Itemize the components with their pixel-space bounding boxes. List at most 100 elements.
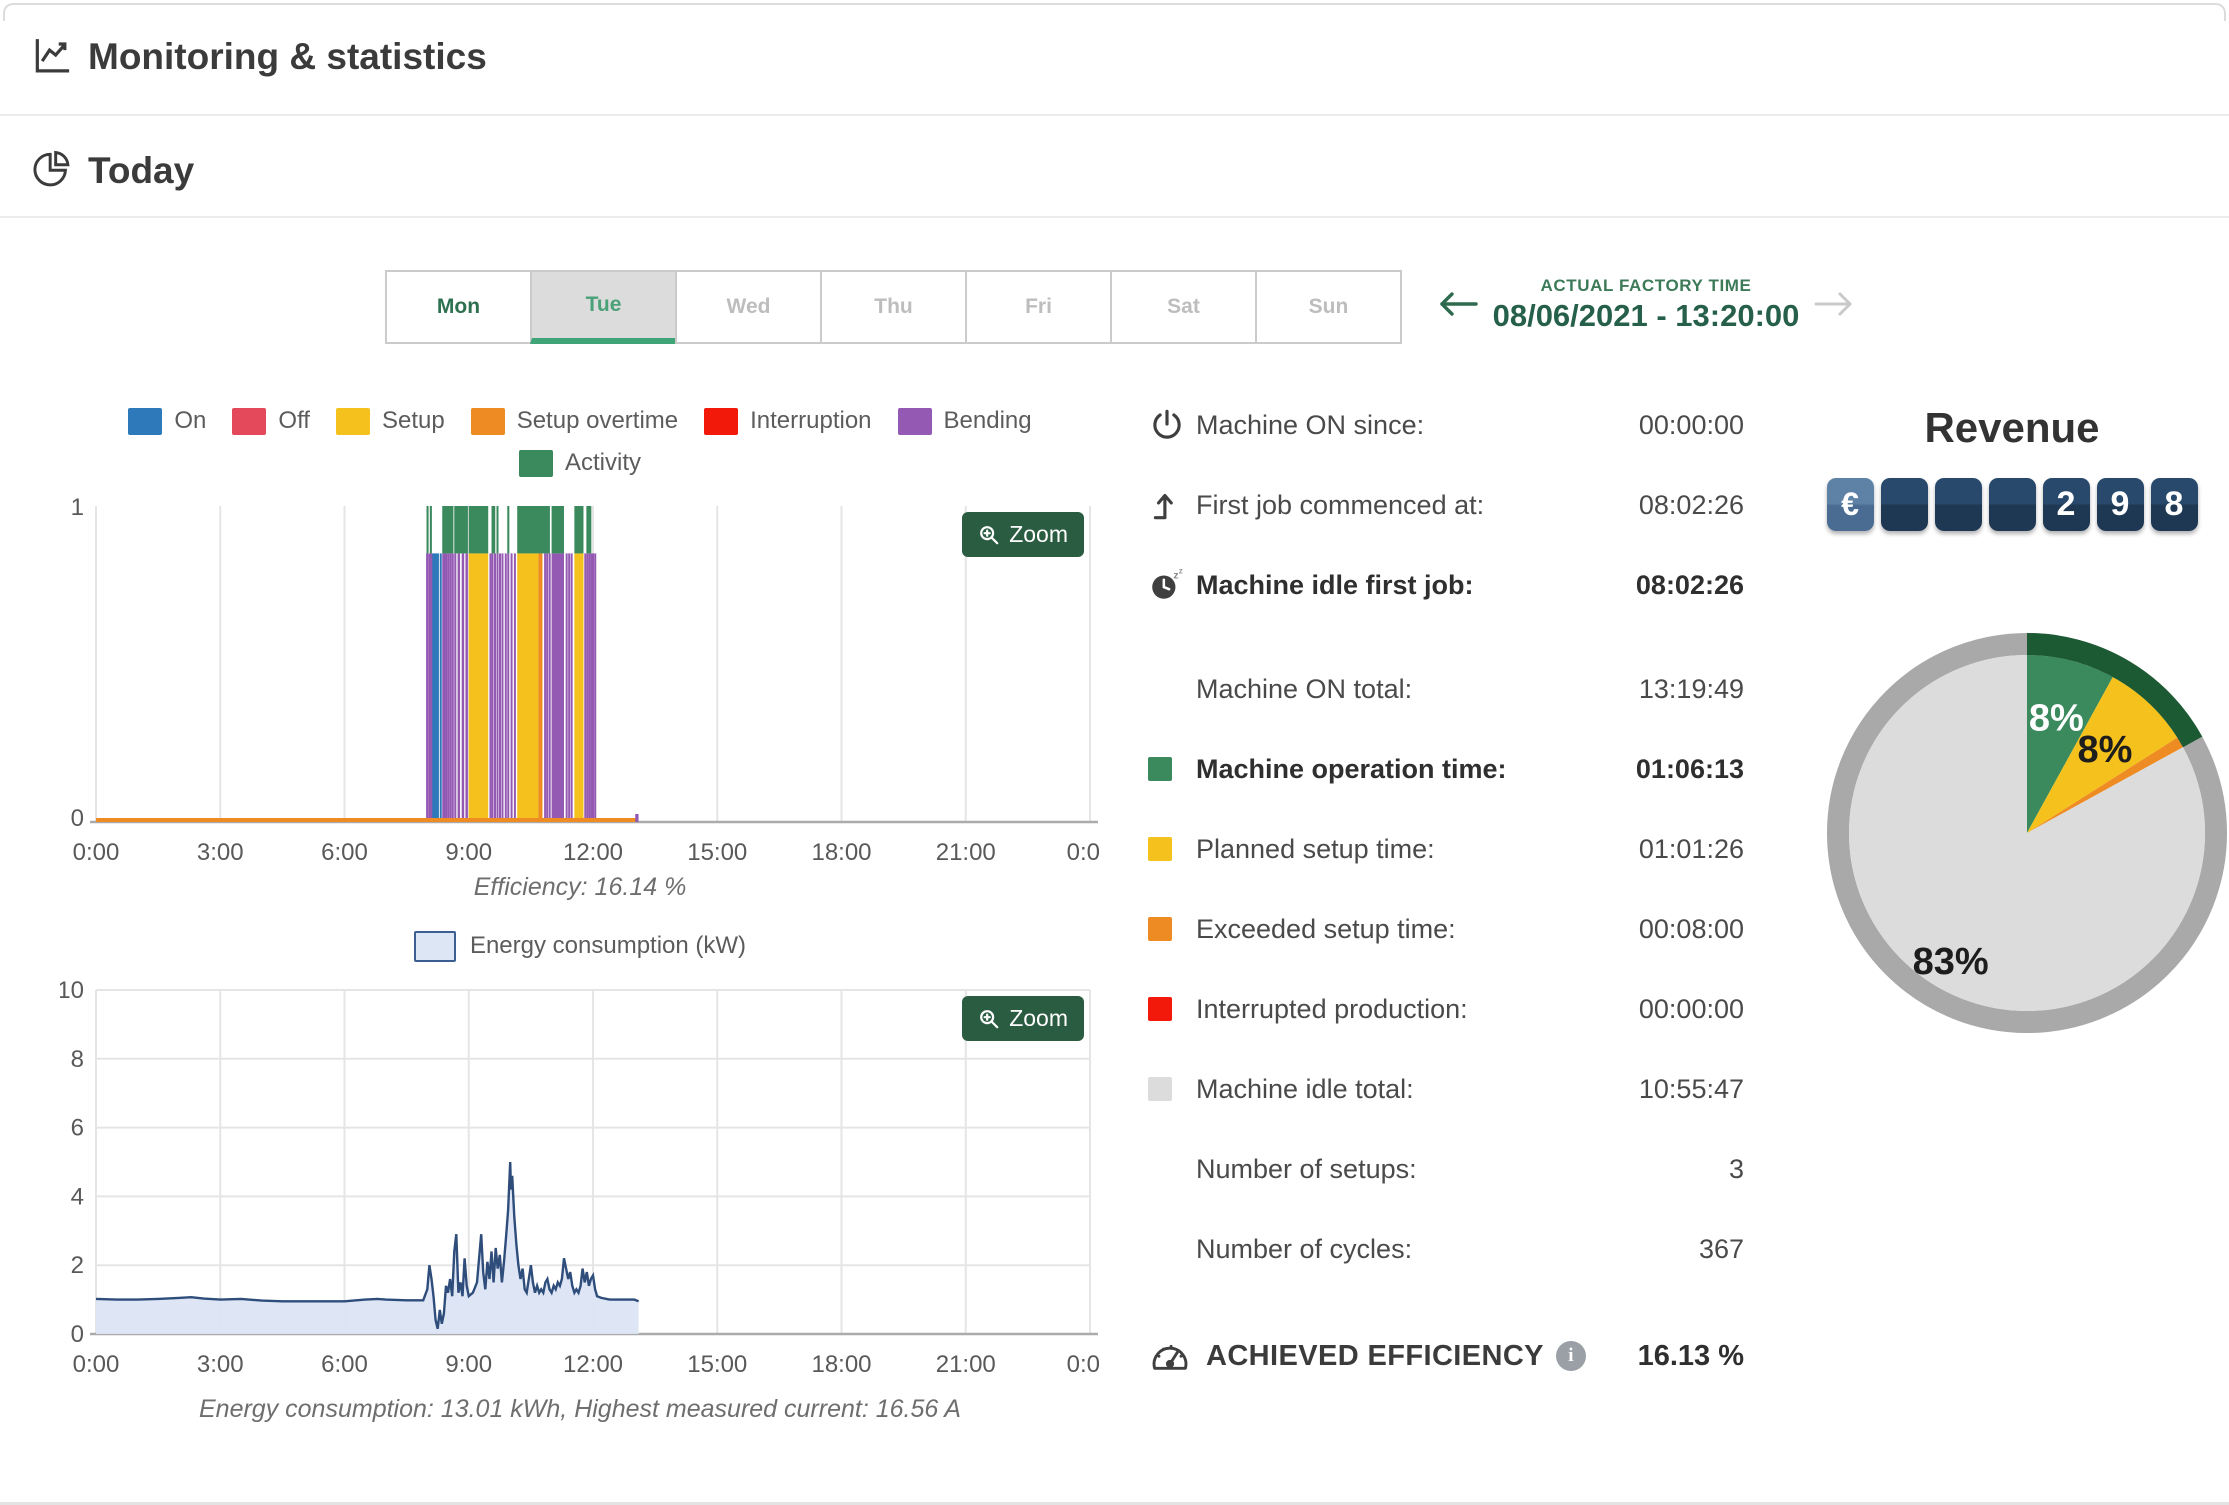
svg-text:8%: 8% <box>2078 729 2133 771</box>
swatch-activity <box>1148 757 1196 781</box>
svg-text:6: 6 <box>71 1115 84 1142</box>
legend-label: Bending <box>943 407 1032 434</box>
stat-row: z z Machine idle first job: 08:02:26 <box>1148 558 1744 612</box>
zoom-button-label: Zoom <box>1009 1005 1068 1031</box>
svg-text:0:00: 0:00 <box>1067 839 1100 866</box>
monitoring-dashboard: { "header": { "title": "Monitoring & sta… <box>0 0 2229 1505</box>
svg-text:0: 0 <box>71 1321 84 1348</box>
timeline-zoom-button[interactable]: Zoom <box>962 512 1084 557</box>
day-tab-sat[interactable]: Sat <box>1110 270 1257 344</box>
stat-row: Number of setups: 3 <box>1148 1142 1744 1196</box>
power-icon <box>1148 406 1196 444</box>
legend-swatch-bending <box>897 407 932 435</box>
legend-item-bending: Bending <box>897 407 1032 435</box>
day-tab-sun[interactable]: Sun <box>1255 270 1402 344</box>
svg-text:6:00: 6:00 <box>321 1351 368 1378</box>
stat-value: 3 <box>1728 1153 1744 1184</box>
stat-row: Machine ON since: 00:00:00 <box>1148 398 1744 452</box>
stat-value: 08:02:26 <box>1635 569 1744 600</box>
achieved-efficiency-row: ACHIEVED EFFICIENCY i 16.13 % <box>1148 1326 1744 1386</box>
timeline-legend-row1: On Off Setup Setup overtime Interruption Bend… <box>60 400 1100 442</box>
stat-value: 10:55:47 <box>1638 1073 1744 1104</box>
svg-text:0: 0 <box>71 805 84 832</box>
charts-column: On Off Setup Setup overtime Interruption Bend… <box>57 400 1114 1424</box>
legend-swatch-setup <box>335 407 370 435</box>
stat-row: Machine idle total: 10:55:47 <box>1148 1062 1744 1116</box>
revenue-digit-tile <box>1988 478 2036 531</box>
factory-time: ACTUAL FACTORY TIME 08/06/2021 - 13:20:0… <box>1480 276 1812 334</box>
pie-chart: 8% 8% 83% <box>1822 627 2227 1044</box>
first-job-icon <box>1148 486 1196 524</box>
stat-row: First job commenced at: 08:02:26 <box>1148 478 1744 532</box>
stat-label: Number of cycles: <box>1196 1233 1413 1264</box>
legend-label: Interruption <box>750 407 872 434</box>
legend-item-interruption: Interruption <box>704 407 872 435</box>
day-tab-mon[interactable]: Mon <box>385 270 532 344</box>
svg-text:15:00: 15:00 <box>687 1351 747 1378</box>
svg-text:0:00: 0:00 <box>1067 1351 1100 1378</box>
legend-label: Setup <box>381 407 445 434</box>
svg-text:9:00: 9:00 <box>445 1351 492 1378</box>
stat-value: 00:00:00 <box>1638 993 1744 1024</box>
pie-chart-icon <box>30 147 74 196</box>
info-icon[interactable]: i <box>1555 1341 1586 1371</box>
stat-label: Planned setup time: <box>1196 833 1435 864</box>
efficiency-caption: Efficiency: 16.14 % <box>473 873 687 901</box>
swatch-setup <box>1148 837 1196 861</box>
stat-label: Machine operation time: <box>1196 753 1507 784</box>
stat-row: Machine operation time: 01:06:13 <box>1148 742 1744 796</box>
header-divider <box>0 114 2229 116</box>
stat-value: 01:06:13 <box>1635 753 1744 784</box>
stat-value: 01:01:26 <box>1638 833 1744 864</box>
day-tab-tue[interactable]: Tue <box>530 270 677 344</box>
energy-chart-svg[interactable]: 0 2 4 6 8 10 0:00 3:00 6:00 9:00 12:00 15:00 18:00 21… <box>57 977 1113 1382</box>
stat-label: Machine ON total: <box>1196 673 1413 704</box>
stat-label: Number of setups: <box>1196 1153 1417 1184</box>
legend-label: Activity <box>564 449 641 476</box>
energy-chart: 0 2 4 6 8 10 0:00 3:00 6:00 9:00 12:00 15:00 18:00 21… <box>57 977 1113 1387</box>
stat-label: Machine ON since: <box>1196 409 1425 440</box>
stat-swatch <box>1148 997 1172 1021</box>
svg-text:21:00: 21:00 <box>936 1351 996 1378</box>
stat-label: First job commenced at: <box>1196 489 1485 520</box>
svg-text:15:00: 15:00 <box>687 839 747 866</box>
stat-row: Planned setup time: 01:01:26 <box>1148 822 1744 876</box>
svg-text:18:00: 18:00 <box>811 1351 871 1378</box>
section-header: Today <box>0 136 2229 206</box>
legend-item-setup: Setup <box>335 407 445 435</box>
stat-swatch <box>1148 757 1172 781</box>
svg-text:6:00: 6:00 <box>321 839 368 866</box>
svg-text:2: 2 <box>71 1252 84 1279</box>
day-tab-fri[interactable]: Fri <box>965 270 1112 344</box>
stat-row: Interrupted production: 00:00:00 <box>1148 982 1744 1036</box>
energy-zoom-button[interactable]: Zoom <box>962 996 1084 1041</box>
revenue-digit-tile: 9 <box>2096 478 2144 531</box>
timeline-legend-row2: Activity <box>60 442 1100 484</box>
legend-swatch-on <box>128 407 163 435</box>
svg-text:12:00: 12:00 <box>563 1351 623 1378</box>
svg-text:12:00: 12:00 <box>563 839 623 866</box>
timeline-chart-svg[interactable]: 1 0 0:00 3:00 6:00 9:00 12:00 15:00 18:00 21:00 0:… <box>60 494 1114 868</box>
stat-label: Exceeded setup time: <box>1196 913 1456 944</box>
day-tab-wed[interactable]: Wed <box>675 270 822 344</box>
energy-caption: Energy consumption: 13.01 kWh, Highest m… <box>199 1395 961 1423</box>
prev-day-arrow[interactable] <box>1436 287 1480 324</box>
page-header: Monitoring & statistics <box>0 22 2229 92</box>
timeline-chart: 1 0 0:00 3:00 6:00 9:00 12:00 15:00 18:00 21:00 0:… <box>60 494 1114 873</box>
legend-label: Setup overtime <box>516 407 679 434</box>
revenue-column: Revenue €2 9 8 8% 8% 83% <box>1822 404 2227 1044</box>
section-divider <box>0 216 2229 218</box>
day-tabs: Mon Tue Wed Thu Fri Sat Sun <box>385 270 1402 344</box>
swatch-idle <box>1148 1077 1196 1101</box>
stats-column: Machine ON since: 00:00:00 First job comme… <box>1148 398 1744 1386</box>
stat-row: Exceeded setup time: 00:08:00 <box>1148 902 1744 956</box>
next-day-arrow[interactable] <box>1812 287 1856 324</box>
page-title: Monitoring & statistics <box>88 36 487 77</box>
revenue-digit-tile: 8 <box>2150 478 2198 531</box>
factory-time-value: 08/06/2021 - 13:20:00 <box>1492 298 1800 333</box>
svg-text:9:00: 9:00 <box>445 839 492 866</box>
stat-label: Interrupted production: <box>1196 993 1468 1024</box>
stat-row: Number of cycles: 367 <box>1148 1222 1744 1276</box>
day-tab-thu[interactable]: Thu <box>820 270 967 344</box>
factory-time-nav: ACTUAL FACTORY TIME 08/06/2021 - 13:20:0… <box>1436 276 1856 334</box>
